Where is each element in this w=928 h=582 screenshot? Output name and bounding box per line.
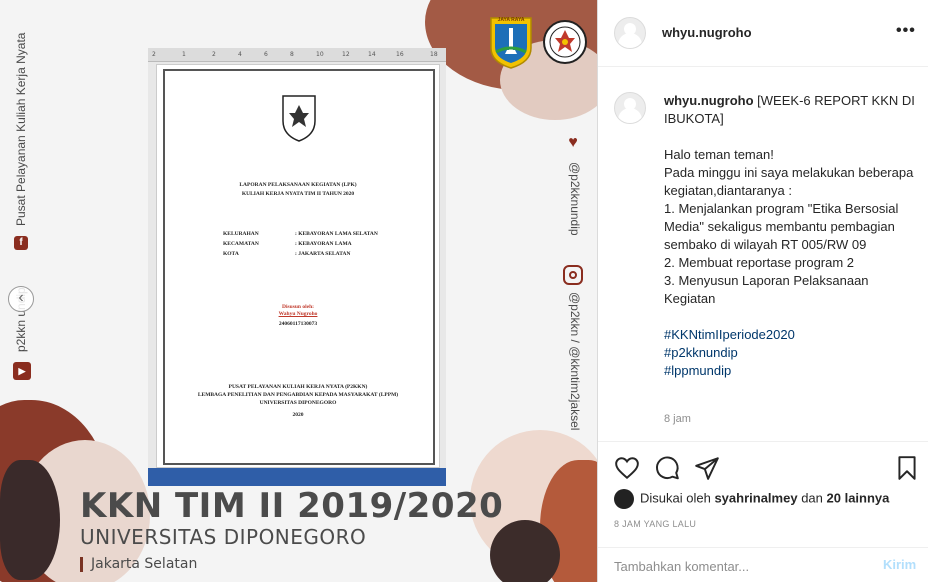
- caption-line: 1. Menjalankan program "Etika Bersosial …: [664, 201, 899, 252]
- post-timestamp: 8 JAM YANG LALU: [614, 519, 697, 529]
- liker-avatar[interactable]: [614, 489, 634, 509]
- banner-title: KKN TIM II 2019/2020: [80, 486, 504, 526]
- like-heart-icon[interactable]: [614, 455, 640, 481]
- ruler-tick: 14: [368, 51, 376, 58]
- caption-line: Halo teman teman!: [664, 147, 774, 162]
- author-name: Wahyu Nugroho: [278, 311, 318, 317]
- word-ruler: 2 1 2 4 6 8 10 12 14 16 18: [148, 48, 446, 62]
- ruler-tick: 4: [238, 51, 242, 58]
- vertical-handle-right-2: @p2kkn / @kkntim2jaksel: [568, 292, 582, 431]
- page-footer-band: [148, 468, 446, 486]
- banner-subtitle: UNIVERSITAS DIPONEGORO: [80, 525, 367, 549]
- footer-line-2: LEMBAGA PENELITIAN DAN PENGABDIAN KEPADA…: [197, 392, 399, 398]
- header-username[interactable]: whyu.nugroho: [662, 25, 752, 40]
- doc-row: KOTA : JAKARTA SELATAN: [223, 251, 350, 257]
- caption-line: 2. Membuat reportase program 2: [664, 255, 855, 270]
- undip-seal-icon: [282, 95, 316, 142]
- location-bar: [80, 556, 83, 572]
- report-title-2: KULIAH KERJA NYATA TIM II TAHUN 2020: [241, 191, 355, 197]
- youtube-icon: ▶: [13, 362, 31, 380]
- post-sidebar: whyu.nugroho ••• whyu.nugroho [WEEK-6 RE…: [597, 0, 928, 582]
- caption-line: Pada minggu ini saya melakukan beberapa …: [664, 165, 914, 198]
- ruler-tick: 18: [430, 51, 438, 58]
- facebook-icon: f: [14, 236, 28, 250]
- post-image: Pusat Pelayanan Kuliah Kerja Nyata f p2k…: [0, 0, 597, 582]
- ruler-tick: 2: [212, 51, 216, 58]
- doc-row-value: : JAKARTA SELATAN: [295, 251, 351, 257]
- banner-location-text: Jakarta Selatan: [91, 556, 198, 572]
- doc-row-value: : KEBAYORAN LAMA: [295, 241, 352, 247]
- doc-row: KECAMATAN : KEBAYORAN LAMA: [223, 241, 352, 247]
- footer-line-1: PUSAT PELAYANAN KULIAH KERJA NYATA (P2KK…: [228, 384, 368, 390]
- caption-header: whyu.nugroho [WEEK-6 REPORT KKN DI IBUKO…: [664, 92, 916, 128]
- ruler-tick: 1: [182, 51, 186, 58]
- post-comment-button[interactable]: Kirim: [883, 557, 916, 572]
- action-bar: [598, 441, 928, 491]
- comment-input[interactable]: [614, 557, 854, 575]
- hashtag-link[interactable]: #lppmundip: [664, 362, 916, 380]
- twitter-icon: ♥: [568, 134, 578, 151]
- doc-row-label: KOTA: [223, 251, 239, 257]
- decor-blob: [0, 460, 60, 580]
- jakarta-logo-text: JAYA RAYA: [497, 17, 525, 23]
- ruler-tick: 8: [290, 51, 294, 58]
- doc-row: KELURAHAN : KEBAYORAN LAMA SELATAN: [223, 231, 378, 237]
- caption-line: 3. Menyusun Laporan Pelaksanaan Kegiatan: [664, 273, 869, 306]
- caption-avatar[interactable]: [614, 92, 646, 124]
- likes-summary: Disukai oleh syahrinalmey dan 20 lainnya: [614, 489, 889, 509]
- decor-blob: [490, 520, 560, 582]
- likes-prefix: Disukai oleh: [640, 490, 711, 506]
- comment-bar: Kirim: [598, 547, 928, 582]
- author-nim: 24060117130073: [278, 321, 318, 327]
- share-paper-plane-icon[interactable]: [694, 455, 720, 481]
- doc-row-label: KECAMATAN: [223, 241, 259, 247]
- caption-time: 8 jam: [664, 413, 691, 425]
- vertical-org-name: Pusat Pelayanan Kuliah Kerja Nyata: [14, 32, 28, 226]
- footer-line-4: 2020: [292, 412, 304, 418]
- document-page: LAPORAN PELAKSANAAN KEGIATAN (LPK) KULIA…: [156, 64, 440, 468]
- undip-logo: [542, 14, 588, 70]
- ruler-tick: 12: [342, 51, 350, 58]
- banner-location: Jakarta Selatan: [80, 556, 197, 572]
- more-options-icon[interactable]: •••: [896, 22, 916, 40]
- comment-bubble-icon[interactable]: [654, 455, 680, 481]
- likes-and: dan: [801, 490, 823, 506]
- post-header: whyu.nugroho •••: [598, 0, 928, 67]
- carousel-prev-button[interactable]: ‹: [8, 286, 34, 312]
- ruler-tick: 6: [264, 51, 268, 58]
- instagram-icon: [563, 265, 583, 285]
- likes-others-link[interactable]: 20 lainnya: [827, 490, 890, 505]
- doc-row-label: KELURAHAN: [223, 231, 259, 237]
- report-title-1: LAPORAN PELAKSANAAN KEGIATAN (LPK): [239, 182, 357, 188]
- hashtag-link[interactable]: #p2kknundip: [664, 344, 916, 362]
- doc-row-value: : KEBAYORAN LAMA SELATAN: [295, 231, 378, 237]
- bookmark-icon[interactable]: [894, 455, 920, 481]
- post-caption: whyu.nugroho [WEEK-6 REPORT KKN DI IBUKO…: [664, 92, 916, 380]
- avatar[interactable]: [614, 17, 646, 49]
- document-preview: 2 1 2 4 6 8 10 12 14 16 18 LAPORAN PELAK…: [148, 48, 446, 486]
- footer-line-3: UNIVERSITAS DIPONEGORO: [259, 400, 337, 406]
- caption-username[interactable]: whyu.nugroho: [664, 93, 754, 108]
- jakarta-logo: JAYA RAYA: [488, 14, 534, 70]
- hashtag-link[interactable]: #KKNtimIIperiode2020: [664, 326, 916, 344]
- vertical-handle-right-1: @p2kknundip: [568, 162, 582, 236]
- ruler-tick: 16: [396, 51, 404, 58]
- liker-username[interactable]: syahrinalmey: [714, 490, 797, 505]
- ruler-tick: 2: [152, 51, 156, 58]
- ruler-tick: 10: [316, 51, 324, 58]
- hashtags: #KKNtimIIperiode2020 #p2kknundip #lppmun…: [664, 326, 916, 380]
